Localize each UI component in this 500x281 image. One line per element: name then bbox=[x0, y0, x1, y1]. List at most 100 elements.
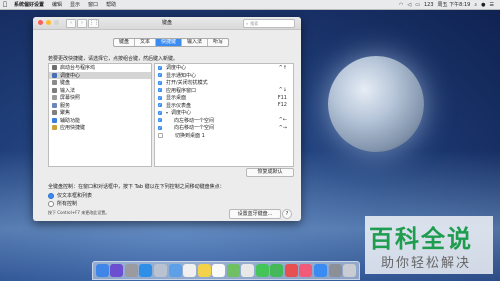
shortcut-checkbox[interactable]: ✓ bbox=[158, 88, 162, 93]
input-status[interactable]: 123 bbox=[422, 2, 436, 8]
shortcut-label: 切换到桌面 1 bbox=[175, 132, 205, 139]
menu-app-name[interactable]: 系统偏好设置 bbox=[10, 1, 48, 8]
search-placeholder: 搜索 bbox=[250, 21, 259, 26]
category-item[interactable]: 应用快捷键 bbox=[49, 124, 151, 132]
photos-icon[interactable] bbox=[153, 264, 167, 277]
menu-edit[interactable]: 编辑 bbox=[48, 1, 66, 8]
category-item[interactable]: 屏幕快照 bbox=[49, 94, 151, 102]
category-item[interactable]: 聚焦 bbox=[49, 109, 151, 117]
shortcut-checkbox[interactable]: ✓ bbox=[158, 95, 162, 100]
category-label: 服务 bbox=[60, 102, 71, 109]
calendar-icon[interactable] bbox=[183, 264, 197, 277]
radio-label: 所有控制 bbox=[57, 201, 78, 207]
shortcut-row[interactable]: ✓ ▾ 调度中心 bbox=[155, 109, 293, 117]
shortcut-checkbox[interactable]: ✓ bbox=[158, 73, 162, 78]
shortcut-key[interactable]: ^→ bbox=[279, 125, 287, 131]
finder-icon[interactable] bbox=[95, 264, 109, 277]
messages-icon[interactable] bbox=[255, 264, 269, 277]
notification-icon[interactable]: ☰ bbox=[488, 2, 496, 8]
shortcut-checkbox[interactable]: ✓ bbox=[158, 65, 162, 70]
reminders-icon[interactable] bbox=[212, 264, 226, 277]
tab-dictation[interactable]: 听写 bbox=[208, 39, 228, 46]
category-item[interactable]: 辅助功能 bbox=[49, 117, 151, 125]
app-shortcuts-icon bbox=[52, 125, 57, 131]
full-keyboard-access-label: 全键盘控制：在窗口和对话框中，按下 Tab 键以在下列控制之间移动键盘焦点： bbox=[48, 184, 225, 190]
shortcut-row[interactable]: ✓ 显示桌面 F11 bbox=[155, 94, 293, 102]
menu-window[interactable]: 窗口 bbox=[84, 1, 102, 8]
instruction-text: 若要更改快捷键，请选择它，点按组合键，然后键入新键。 bbox=[48, 56, 179, 62]
system-preferences-icon[interactable] bbox=[328, 264, 342, 277]
category-label: 聚焦 bbox=[60, 110, 71, 117]
tab-input-sources[interactable]: 输入法 bbox=[182, 39, 209, 46]
photos-app-icon[interactable] bbox=[241, 264, 255, 277]
shortcut-row[interactable]: ✓ 应用程序窗口 ^↓ bbox=[155, 87, 293, 95]
shortcut-list: ✓ 调度中心 ^↑ ✓ 显示通知中心 ✓ 打开/关闭勿扰模式 ✓ 应用程序窗口 ^↓ ✓ 显示桌面 F1… bbox=[154, 63, 294, 167]
mail-icon[interactable] bbox=[168, 264, 182, 277]
screenshot-icon bbox=[52, 95, 57, 101]
shortcut-key[interactable]: F11 bbox=[278, 95, 287, 101]
category-item[interactable]: 调度中心 bbox=[49, 71, 151, 79]
shortcut-label: 显示通知中心 bbox=[166, 72, 197, 79]
radio-all-controls[interactable]: 所有控制 bbox=[48, 200, 77, 207]
facetime-icon[interactable] bbox=[270, 264, 284, 277]
app-store-icon[interactable] bbox=[313, 264, 327, 277]
notes-icon[interactable] bbox=[197, 264, 211, 277]
shortcut-row[interactable]: ✓ 调度中心 ^↑ bbox=[155, 64, 293, 72]
shortcut-checkbox[interactable]: ✓ bbox=[158, 110, 162, 115]
menu-view[interactable]: 显示 bbox=[66, 1, 84, 8]
shortcut-row[interactable]: ✓ 显示通知中心 bbox=[155, 72, 293, 80]
search-icon[interactable]: ⌕ bbox=[472, 2, 479, 8]
category-list: 启动台与程序坞 调度中心 键盘 输入法 屏幕快照 服务 聚焦 辅助功能 应用快捷键 bbox=[48, 63, 152, 167]
shortcut-label: 调度中心 bbox=[166, 65, 187, 72]
launchpad-icon[interactable] bbox=[124, 264, 138, 277]
radio-button[interactable] bbox=[48, 200, 54, 207]
shortcut-row[interactable]: ✓ 向左移动一个空间 ^← bbox=[155, 117, 293, 125]
music-icon[interactable] bbox=[299, 264, 313, 277]
restore-defaults-button[interactable]: 恢复成默认 bbox=[246, 168, 294, 177]
search-field[interactable]: ⌕ 搜索 bbox=[243, 19, 295, 28]
shortcut-checkbox[interactable]: ✓ bbox=[158, 118, 162, 123]
apple-icon[interactable]:  bbox=[0, 1, 10, 8]
news-icon[interactable] bbox=[284, 264, 298, 277]
shortcut-row[interactable]: ✓ 打开/关闭勿扰模式 bbox=[155, 79, 293, 87]
category-item[interactable]: 键盘 bbox=[49, 79, 151, 87]
shortcut-label: 打开/关闭勿扰模式 bbox=[166, 80, 208, 87]
clock[interactable]: 周五 下午8:19 bbox=[436, 1, 473, 8]
shortcut-key[interactable]: ^↓ bbox=[279, 87, 287, 93]
shortcut-checkbox[interactable]: ✓ bbox=[158, 80, 162, 85]
wifi-icon[interactable]: ◠ bbox=[397, 2, 405, 8]
shortcut-key[interactable]: ^← bbox=[279, 117, 287, 123]
siri-icon[interactable]: ● bbox=[479, 2, 487, 8]
shortcut-key[interactable]: ^↑ bbox=[279, 65, 287, 71]
tab-keyboard[interactable]: 键盘 bbox=[114, 39, 136, 46]
shortcut-row[interactable]: ✓ 向右移动一个空间 ^→ bbox=[155, 124, 293, 132]
menu-bar:  系统偏好设置 编辑 显示 窗口 帮助 ◠ ◁ ▭ 123 周五 下午8:19… bbox=[0, 0, 500, 10]
category-item[interactable]: 服务 bbox=[49, 102, 151, 110]
shortcut-row[interactable]: ✓ 显示仪表盘 F12 bbox=[155, 102, 293, 110]
radio-button-selected[interactable] bbox=[48, 192, 54, 199]
volume-icon[interactable]: ◁ bbox=[405, 2, 413, 8]
category-item[interactable]: 启动台与程序坞 bbox=[49, 64, 151, 72]
shortcut-label: 显示仪表盘 bbox=[166, 102, 192, 109]
category-item[interactable]: 输入法 bbox=[49, 87, 151, 95]
shortcut-key[interactable]: F12 bbox=[278, 102, 287, 108]
shortcut-checkbox[interactable]: ✓ bbox=[158, 103, 162, 108]
menu-help[interactable]: 帮助 bbox=[102, 1, 120, 8]
tab-text[interactable]: 文本 bbox=[135, 39, 157, 46]
battery-icon[interactable]: ▭ bbox=[413, 2, 422, 8]
title-bar: ‹ › ⋮⋮ 键盘 ⌕ 搜索 bbox=[33, 17, 301, 30]
radio-text-boxes-lists[interactable]: 仅文本框和列表 bbox=[48, 192, 92, 199]
help-button[interactable]: ? bbox=[282, 209, 292, 219]
category-label: 辅助功能 bbox=[60, 117, 81, 124]
shortcut-checkbox[interactable]: ✓ bbox=[158, 125, 162, 130]
shortcut-checkbox[interactable] bbox=[158, 132, 163, 138]
safari-icon[interactable] bbox=[139, 264, 153, 277]
shortcut-row[interactable]: 切换到桌面 1 bbox=[155, 132, 293, 140]
launchpad-icon bbox=[52, 65, 57, 71]
tab-shortcuts[interactable]: 快捷键 bbox=[156, 39, 183, 46]
input-source-icon bbox=[52, 87, 57, 93]
trash-icon[interactable] bbox=[343, 264, 357, 277]
siri-icon[interactable] bbox=[110, 264, 124, 277]
setup-bluetooth-keyboard-button[interactable]: 设置蓝牙键盘... bbox=[229, 209, 281, 219]
maps-icon[interactable] bbox=[226, 264, 240, 277]
